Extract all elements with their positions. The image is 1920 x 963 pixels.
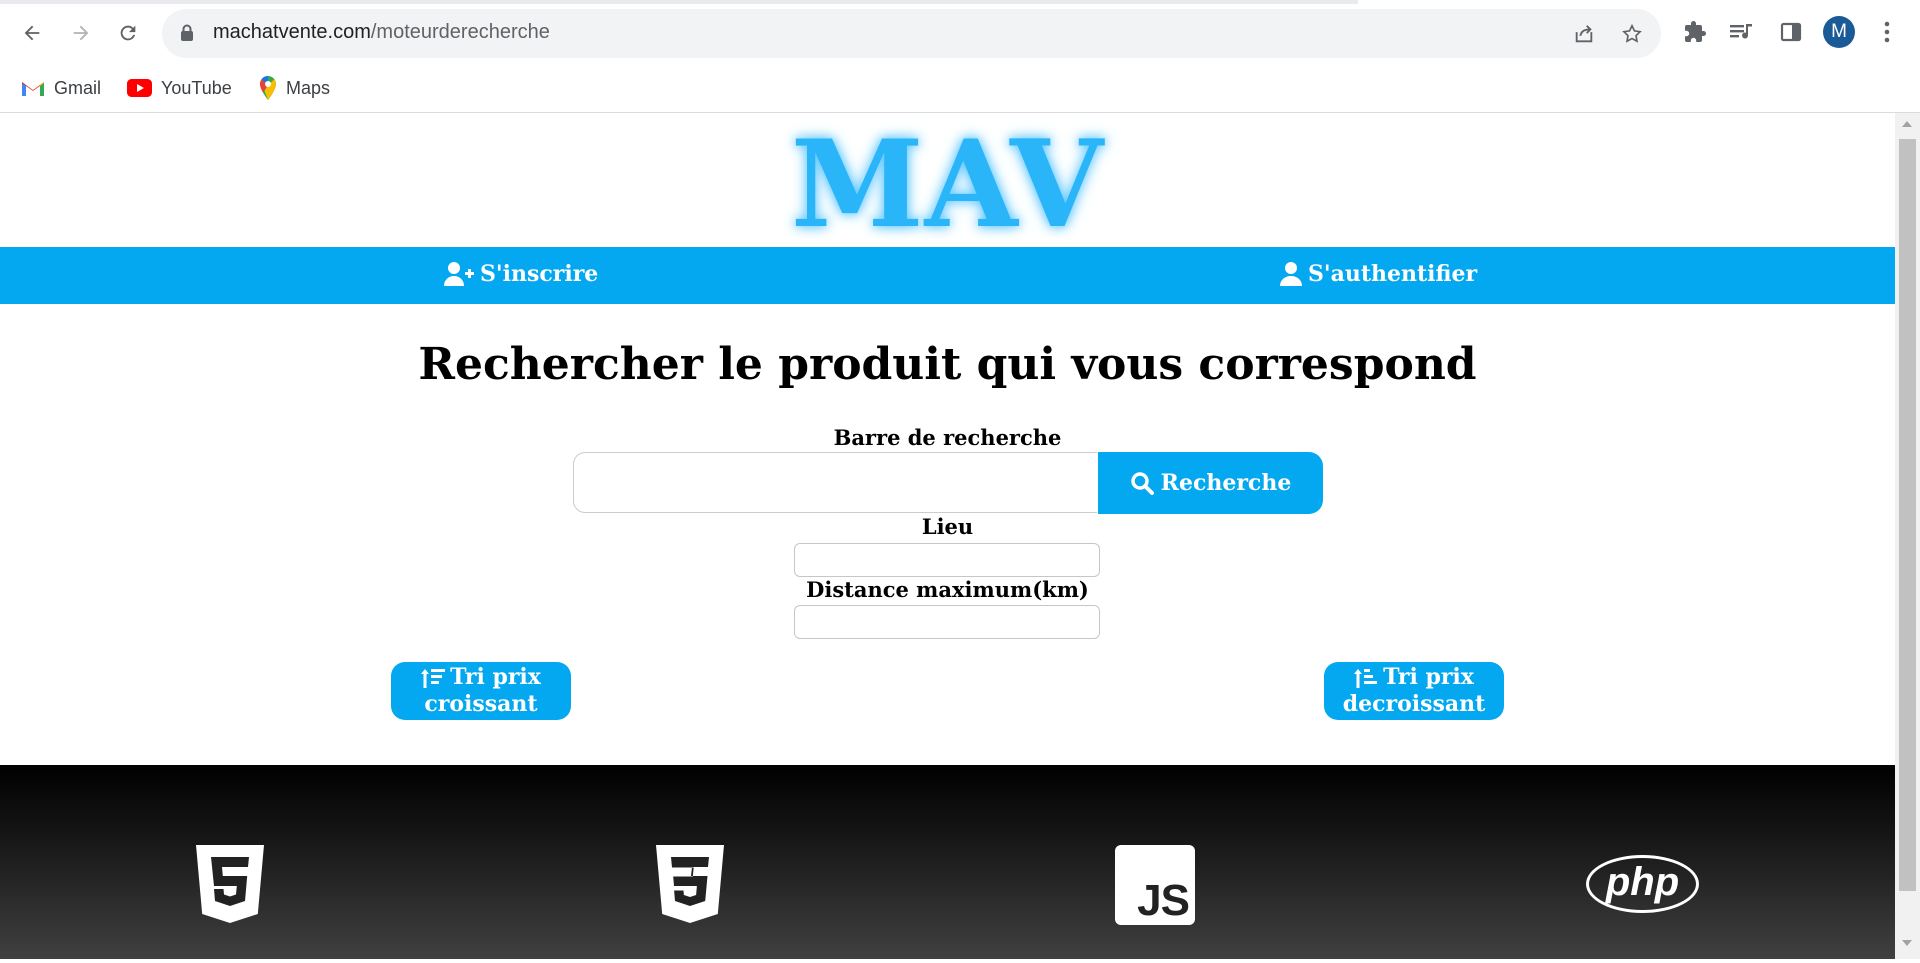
share-button[interactable] [1570, 20, 1598, 48]
login-link[interactable]: S'authentifier [1280, 261, 1477, 287]
star-icon [1622, 23, 1642, 43]
back-arrow-icon [24, 25, 40, 41]
gmail-icon [21, 79, 45, 97]
profile-avatar[interactable]: M [1823, 16, 1855, 48]
puzzle-icon [1685, 21, 1706, 42]
distance-label: Distance maximum(km) [806, 577, 1089, 602]
place-label: Lieu [921, 514, 974, 539]
maps-icon [259, 76, 277, 100]
php-label: php [1605, 860, 1680, 904]
page-scrollbar[interactable] [1895, 113, 1920, 959]
signup-link[interactable]: S'inscrire [444, 261, 598, 287]
sort-desc-label-line1: Tri prix [1383, 664, 1474, 690]
share-icon [1575, 25, 1593, 43]
search-button-label: Recherche [1160, 470, 1292, 496]
bookmark-gmail[interactable]: Gmail [21, 74, 101, 102]
page-viewport: MAV S'inscrire S'authentifier Rechercher… [0, 113, 1895, 959]
site-logo[interactable]: MAV [0, 125, 1895, 245]
html5-icon [196, 845, 264, 923]
login-label: S'authentifier [1308, 261, 1478, 287]
scroll-down-arrow-icon[interactable] [1901, 938, 1913, 948]
forward-button[interactable] [61, 13, 101, 53]
url-text: machatvente.com/moteurderecherche [213, 21, 550, 44]
javascript-icon: JS [1115, 845, 1195, 925]
sort-amount-up-icon [421, 668, 446, 688]
address-bar[interactable]: machatvente.com/moteurderecherche [162, 9, 1661, 58]
playlist-icon [1730, 24, 1752, 39]
lock-icon [181, 24, 193, 41]
scroll-up-arrow-icon[interactable] [1901, 119, 1913, 129]
bookmark-label: Gmail [54, 77, 102, 98]
search-button[interactable]: Recherche [1098, 452, 1323, 514]
sort-asc-label-line2: croissant [424, 691, 538, 717]
user-icon [1280, 262, 1302, 286]
sort-price-asc-button[interactable]: Tri prix croissant [391, 662, 571, 720]
javascript-label: JS [1137, 876, 1190, 925]
loading-bar [0, 0, 1358, 4]
extensions-button[interactable] [1680, 17, 1710, 47]
reload-button[interactable] [108, 13, 148, 53]
page-title: Rechercher le produit qui vous correspon… [418, 339, 1477, 390]
browser-menu-button[interactable] [1872, 17, 1902, 47]
browser-toolbar: machatvente.com/moteurderecherche M [0, 0, 1920, 66]
signup-label: S'inscrire [480, 261, 599, 287]
side-panel-icon [1780, 22, 1802, 42]
more-vertical-icon [1884, 21, 1890, 43]
bookmark-maps[interactable]: Maps [259, 74, 330, 102]
bookmark-youtube[interactable]: YouTube [127, 74, 232, 102]
site-footer: JS php [0, 765, 1895, 959]
search-input[interactable] [573, 452, 1097, 513]
scrollbar-thumb[interactable] [1899, 139, 1916, 891]
main-navbar: S'inscrire S'authentifier [0, 247, 1895, 304]
user-plus-icon [444, 262, 474, 286]
place-input[interactable] [794, 543, 1100, 577]
bookmarks-bar: Gmail YouTube Maps [0, 66, 1920, 113]
search-icon [1130, 472, 1154, 495]
bookmark-label: YouTube [161, 77, 232, 98]
css3-icon [656, 845, 724, 923]
sort-price-desc-button[interactable]: Tri prix decroissant [1324, 662, 1504, 720]
reload-icon [120, 25, 136, 41]
media-control-button[interactable] [1727, 17, 1757, 47]
url-domain: machatvente.com [213, 21, 371, 43]
side-panel-button[interactable] [1776, 17, 1806, 47]
distance-input[interactable] [794, 605, 1100, 639]
bookmark-star-button[interactable] [1618, 20, 1646, 48]
search-bar-label: Barre de recherche [833, 425, 1062, 450]
sort-asc-label-line1: Tri prix [450, 664, 541, 690]
back-button[interactable] [12, 13, 52, 53]
sort-desc-label-line2: decroissant [1342, 691, 1486, 717]
sort-amount-down-alt-icon [1354, 668, 1378, 688]
php-icon: php [1586, 855, 1699, 913]
youtube-icon [127, 79, 152, 97]
url-path: /moteurderecherche [370, 21, 550, 43]
forward-arrow-icon [73, 25, 89, 41]
bookmark-label: Maps [286, 77, 331, 98]
